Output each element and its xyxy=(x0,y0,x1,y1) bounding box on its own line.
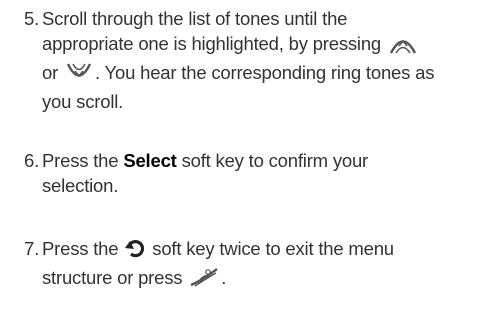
step-text: Press the xyxy=(42,238,119,259)
step-text-line: Press the Select soft key to confirm you… xyxy=(42,148,499,173)
scroll-up-key-icon xyxy=(388,34,418,60)
select-soft-key-label: Select xyxy=(123,150,177,171)
step-number: 7. xyxy=(24,238,40,259)
step-text: soft key twice to exit the menu xyxy=(152,238,394,259)
step-text-line: or . You hear the corresponding ring ton… xyxy=(42,60,499,89)
step-text: structure or press xyxy=(42,267,183,288)
step-text-line: you scroll. xyxy=(42,91,124,112)
end-call-key-icon xyxy=(189,266,219,294)
step-text: . xyxy=(221,267,227,288)
step-5: 5. Scroll through the list of tones unti… xyxy=(24,6,499,114)
step-7: 7. Press the soft key twice to exit the … xyxy=(24,236,499,294)
step-number: 5. xyxy=(24,8,40,29)
step-text-line: Scroll through the list of tones until t… xyxy=(42,8,348,29)
step-text: or xyxy=(42,62,59,83)
document-page: 5. Scroll through the list of tones unti… xyxy=(0,0,503,311)
step-text-line: Press the soft key twice to exit the men… xyxy=(42,236,499,265)
step-text: appropriate one is highlighted, by press… xyxy=(42,33,382,54)
back-arrow-icon xyxy=(125,239,145,265)
step-text-line: structure or press . xyxy=(42,265,499,294)
step-text-line: appropriate one is highlighted, by press… xyxy=(42,31,499,60)
step-text: . You hear the corresponding ring tones … xyxy=(95,62,435,83)
step-text: soft key to confirm your xyxy=(181,150,369,171)
step-text: Press the xyxy=(42,150,119,171)
step-text-line: selection. xyxy=(42,175,119,196)
step-6: 6. Press the Select soft key to confirm … xyxy=(24,148,499,198)
step-number: 6. xyxy=(24,150,40,171)
scroll-down-key-icon xyxy=(65,61,93,89)
